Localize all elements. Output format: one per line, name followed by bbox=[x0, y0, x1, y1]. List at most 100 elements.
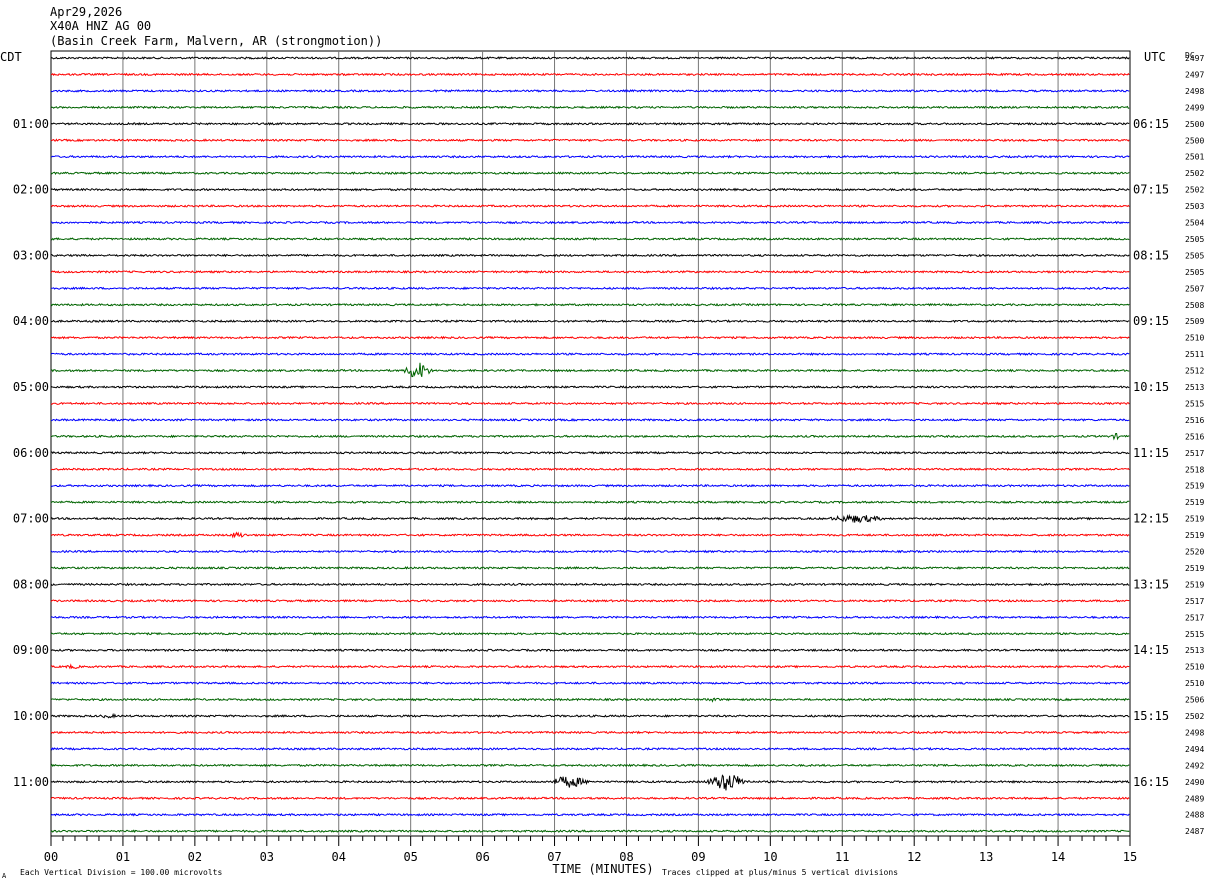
seismogram-trace bbox=[50, 269, 1130, 274]
trace-group bbox=[50, 56, 1130, 834]
seismogram-trace bbox=[50, 829, 1130, 834]
seismogram-trace bbox=[50, 286, 1130, 291]
cdt-hour-label: 01:00 bbox=[13, 117, 49, 131]
seismogram-trace bbox=[50, 712, 1130, 719]
utc-hour-label: 11:15 bbox=[1133, 446, 1169, 460]
dc-value-label: 2510 bbox=[1185, 663, 1204, 672]
utc-hour-label: 08:15 bbox=[1133, 248, 1169, 262]
dc-value-label: 2511 bbox=[1185, 350, 1204, 359]
dc-value-label: 2490 bbox=[1185, 778, 1204, 787]
utc-hour-label: 15:15 bbox=[1133, 709, 1169, 723]
seismogram-trace bbox=[50, 774, 1130, 791]
x-tick-label: 09 bbox=[691, 850, 705, 864]
dc-value-label: 2509 bbox=[1185, 317, 1204, 326]
dc-value-label: 2505 bbox=[1185, 251, 1204, 260]
seismogram-trace bbox=[50, 566, 1130, 570]
cdt-hour-label: 06:00 bbox=[13, 446, 49, 460]
seismogram-trace bbox=[50, 450, 1130, 455]
dc-value-label: 2517 bbox=[1185, 597, 1204, 606]
dc-value-label: 2500 bbox=[1185, 120, 1204, 129]
dc-value-label: 2517 bbox=[1185, 613, 1204, 622]
clipping-note: Traces clipped at plus/minus 5 vertical … bbox=[662, 868, 898, 877]
dc-value-label: 2508 bbox=[1185, 301, 1204, 310]
seismogram-trace bbox=[50, 401, 1130, 406]
seismogram-trace bbox=[50, 253, 1130, 258]
seismogram-trace bbox=[50, 154, 1130, 159]
dc-value-label: 2506 bbox=[1185, 696, 1204, 705]
vertical-division-note: Each Vertical Division = 100.00 microvol… bbox=[20, 868, 222, 877]
seismogram-trace bbox=[50, 763, 1130, 768]
utc-hour-label: 13:15 bbox=[1133, 577, 1169, 591]
x-tick-label: 14 bbox=[1051, 850, 1065, 864]
seismogram-trace bbox=[50, 648, 1130, 653]
dc-value-label: 2497 bbox=[1185, 70, 1204, 79]
dc-value-label: 2497 bbox=[1185, 54, 1204, 63]
utc-axis-label: UTC bbox=[1144, 50, 1166, 64]
seismogram-trace bbox=[50, 352, 1130, 357]
utc-hour-label: 12:15 bbox=[1133, 512, 1169, 526]
seismogram-trace bbox=[50, 513, 1130, 524]
dc-value-label: 2513 bbox=[1185, 383, 1204, 392]
seismogram-trace bbox=[50, 121, 1130, 126]
utc-hour-label: 16:15 bbox=[1133, 775, 1169, 789]
seismogram-trace bbox=[50, 500, 1130, 505]
cdt-hour-label: 02:00 bbox=[13, 183, 49, 197]
dc-value-label: 2519 bbox=[1185, 564, 1204, 573]
dc-value-label: 2516 bbox=[1185, 416, 1204, 425]
cdt-hour-label: 08:00 bbox=[13, 577, 49, 591]
x-tick-label: 02 bbox=[188, 850, 202, 864]
dc-value-label: 2507 bbox=[1185, 284, 1204, 293]
seismogram-trace bbox=[50, 796, 1130, 801]
dc-value-label: 2502 bbox=[1185, 712, 1204, 721]
utc-hour-label: 14:15 bbox=[1133, 643, 1169, 657]
dc-value-label: 2518 bbox=[1185, 465, 1204, 474]
dc-value-label: 2488 bbox=[1185, 811, 1204, 820]
seismogram-trace bbox=[50, 237, 1130, 241]
seismogram-trace bbox=[50, 697, 1130, 703]
seismogram-trace bbox=[50, 467, 1130, 472]
seismogram-trace bbox=[50, 746, 1130, 751]
seismogram-trace bbox=[50, 582, 1130, 587]
seismogram-trace bbox=[50, 56, 1130, 60]
utc-hour-label: 06:15 bbox=[1133, 117, 1169, 131]
seismogram-trace bbox=[50, 335, 1130, 340]
plot-frame bbox=[50, 50, 1131, 837]
x-tick-label: 04 bbox=[332, 850, 346, 864]
cdt-hour-label: 11:00 bbox=[13, 775, 49, 789]
seismogram-trace bbox=[50, 598, 1130, 603]
dc-value-label: 2487 bbox=[1185, 827, 1204, 836]
dc-value-label: 2505 bbox=[1185, 268, 1204, 277]
seismogram-trace bbox=[50, 362, 1130, 378]
dc-value-label: 2498 bbox=[1185, 87, 1204, 96]
dc-value-label: 2500 bbox=[1185, 136, 1204, 145]
dc-value-label: 2502 bbox=[1185, 169, 1204, 178]
seismogram-trace bbox=[50, 187, 1130, 192]
dc-value-label: 2519 bbox=[1185, 515, 1204, 524]
dc-value-label: 2501 bbox=[1185, 153, 1204, 162]
x-tick-label: 11 bbox=[835, 850, 849, 864]
dc-value-label: 2519 bbox=[1185, 531, 1204, 540]
seismogram-trace bbox=[50, 105, 1130, 110]
seismogram-trace bbox=[50, 418, 1130, 422]
seismogram-trace bbox=[50, 549, 1130, 554]
dc-value-label: 2489 bbox=[1185, 794, 1204, 803]
utc-hour-label: 07:15 bbox=[1133, 183, 1169, 197]
dc-value-label: 2502 bbox=[1185, 186, 1204, 195]
seismogram-trace bbox=[50, 204, 1130, 209]
dc-value-label: 2504 bbox=[1185, 219, 1204, 228]
dc-value-label: 2519 bbox=[1185, 498, 1204, 507]
seismogram-trace bbox=[50, 138, 1130, 143]
helicorder-chart: CDT UTC DC01:0002:0003:0004:0005:0006:0007… bbox=[0, 50, 1204, 880]
seismogram-trace bbox=[50, 89, 1130, 93]
dc-value-label: 2510 bbox=[1185, 679, 1204, 688]
dc-value-label: 2503 bbox=[1185, 202, 1204, 211]
seismogram-trace bbox=[50, 483, 1130, 488]
seismogram-trace bbox=[50, 302, 1130, 307]
cdt-hour-label: 05:00 bbox=[13, 380, 49, 394]
dc-value-label: 2510 bbox=[1185, 334, 1204, 343]
dc-value-label: 2519 bbox=[1185, 580, 1204, 589]
x-axis-title: TIME (MINUTES) bbox=[552, 862, 653, 876]
seismogram-trace bbox=[50, 171, 1130, 175]
utc-hour-label: 10:15 bbox=[1133, 380, 1169, 394]
seismogram-trace bbox=[50, 681, 1130, 685]
